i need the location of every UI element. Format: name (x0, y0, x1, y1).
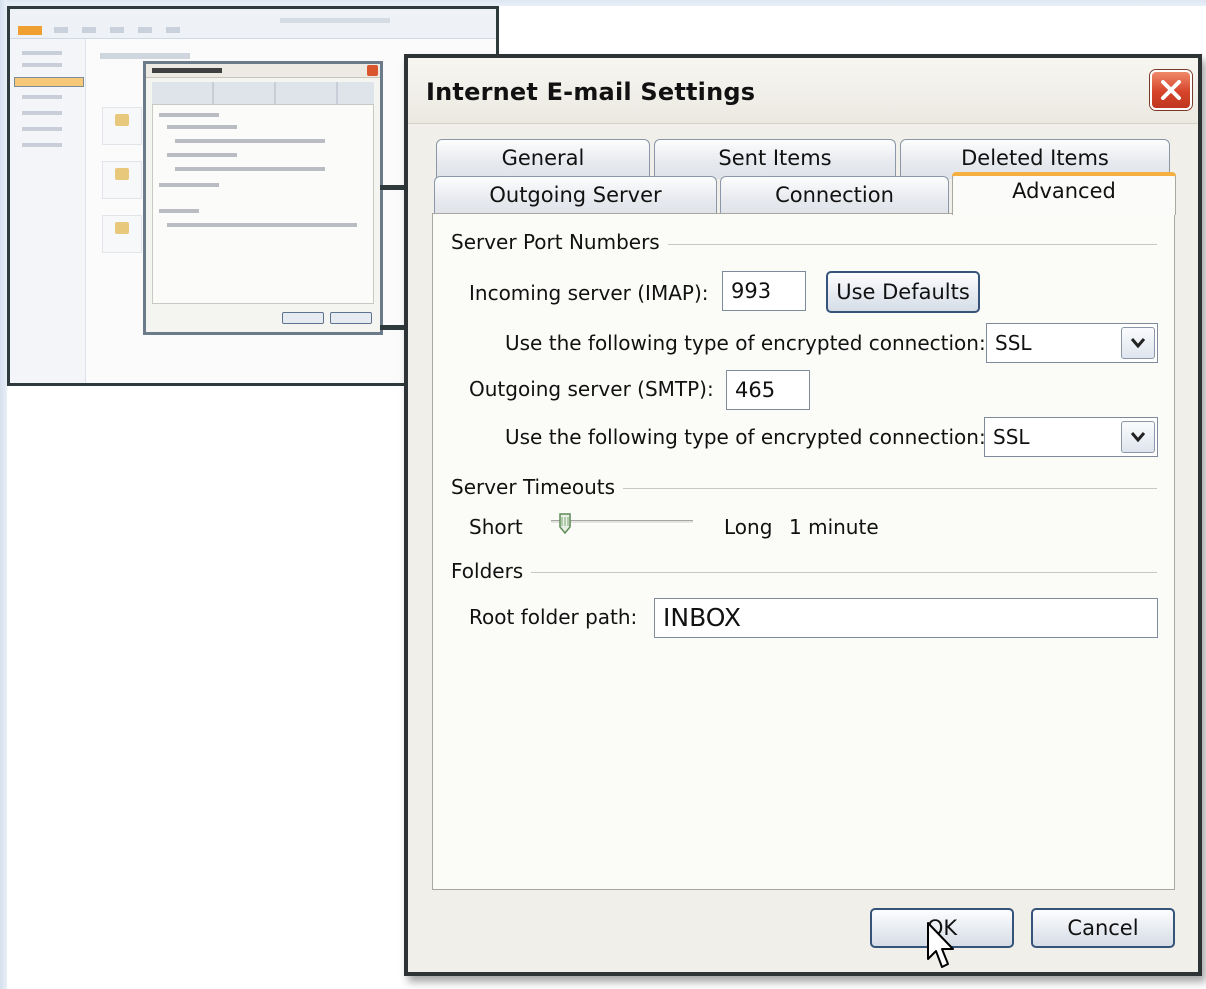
thumb-nav-selected (14, 77, 84, 87)
outgoing-port-input[interactable]: 465 (726, 370, 810, 410)
incoming-encryption-value: SSL (995, 331, 1032, 355)
group-divider (653, 244, 1157, 245)
tab-general[interactable]: General (436, 139, 650, 179)
thumb-mini-line (175, 167, 325, 171)
timeout-slider-track[interactable] (551, 520, 693, 524)
thumb-mini-ok (282, 312, 324, 324)
incoming-encryption-label: Use the following type of encrypted conn… (505, 331, 986, 355)
thumb-nav-row (22, 51, 62, 55)
thumb-mini-tabs (152, 82, 374, 104)
group-divider (613, 488, 1157, 489)
close-icon (1161, 80, 1181, 100)
timeout-slider-thumb[interactable] (558, 513, 572, 535)
tab-advanced[interactable]: Advanced (952, 172, 1176, 215)
timeout-short-label: Short (469, 515, 523, 539)
dropdown-button[interactable] (1121, 421, 1155, 453)
thumb-mini-titlebar (146, 64, 380, 78)
thumb-ribbon-tabs (54, 27, 184, 33)
chevron-down-icon (1131, 432, 1145, 442)
thumb-mini-body (152, 104, 374, 304)
use-defaults-button[interactable]: Use Defaults (826, 271, 980, 313)
mouse-cursor-icon (927, 922, 954, 968)
thumb-mini-line (167, 125, 237, 129)
thumb-nav-row (22, 111, 62, 115)
thumb-cleanup-tile (102, 161, 142, 199)
thumb-left-nav (10, 39, 86, 383)
root-folder-input[interactable]: INBOX (654, 598, 1158, 638)
thumb-mini-line (175, 139, 325, 143)
dropdown-button[interactable] (1121, 327, 1155, 359)
incoming-encryption-select[interactable]: SSL (986, 323, 1158, 363)
thumb-nav-row (22, 95, 62, 99)
thumb-mini-dialog (143, 61, 383, 335)
internet-email-settings-dialog: Internet E-mail Settings General Sent It… (404, 54, 1202, 976)
thumb-nav-row (22, 143, 62, 147)
group-divider (528, 572, 1157, 573)
server-timeouts-label: Server Timeouts (451, 475, 624, 499)
incoming-server-label: Incoming server (IMAP): (469, 281, 709, 305)
outgoing-encryption-label: Use the following type of encrypted conn… (505, 425, 986, 449)
slider-thumb-icon (559, 513, 571, 535)
outgoing-server-label: Outgoing server (SMTP): (469, 377, 714, 401)
thumb-mini-line (159, 113, 219, 117)
screenshot-stage: Internet E-mail Settings General Sent It… (0, 0, 1206, 989)
thumb-mini-close-icon (367, 65, 378, 76)
dialog-titlebar[interactable]: Internet E-mail Settings (408, 58, 1198, 124)
thumb-mini-line (159, 183, 219, 187)
server-port-numbers-label: Server Port Numbers (451, 230, 668, 254)
thumb-account-heading (100, 53, 190, 59)
advanced-tab-panel: Server Port Numbers Incoming server (IMA… (432, 213, 1175, 890)
close-button[interactable] (1150, 70, 1192, 110)
incoming-port-input[interactable]: 993 (722, 271, 806, 311)
outgoing-encryption-value: SSL (993, 425, 1030, 449)
tab-sent-items[interactable]: Sent Items (654, 139, 896, 179)
dialog-title: Internet E-mail Settings (426, 78, 756, 106)
thumb-nav-row (22, 63, 62, 67)
thumb-mini-cancel (330, 312, 372, 324)
folders-label: Folders (451, 559, 532, 583)
thumb-rules-tile (102, 215, 142, 253)
thumb-mini-line (167, 223, 357, 227)
tab-outgoing-server[interactable]: Outgoing Server (434, 176, 717, 216)
thumb-file-tab (18, 26, 42, 35)
thumb-nav-row (22, 127, 62, 131)
cancel-button[interactable]: Cancel (1031, 908, 1175, 948)
chevron-down-icon (1131, 338, 1145, 348)
root-folder-label: Root folder path: (469, 605, 638, 629)
frame-left-edge (0, 0, 7, 989)
outgoing-encryption-select[interactable]: SSL (984, 417, 1158, 457)
tab-connection[interactable]: Connection (720, 176, 949, 216)
thumb-account-settings-tile (102, 107, 142, 145)
timeout-value-label: 1 minute (789, 515, 879, 539)
thumb-mini-line (167, 153, 237, 157)
thumb-mini-line (159, 209, 199, 213)
thumb-ribbon (10, 9, 496, 39)
timeout-long-label: Long (724, 515, 773, 539)
thumb-window-title (280, 18, 390, 23)
